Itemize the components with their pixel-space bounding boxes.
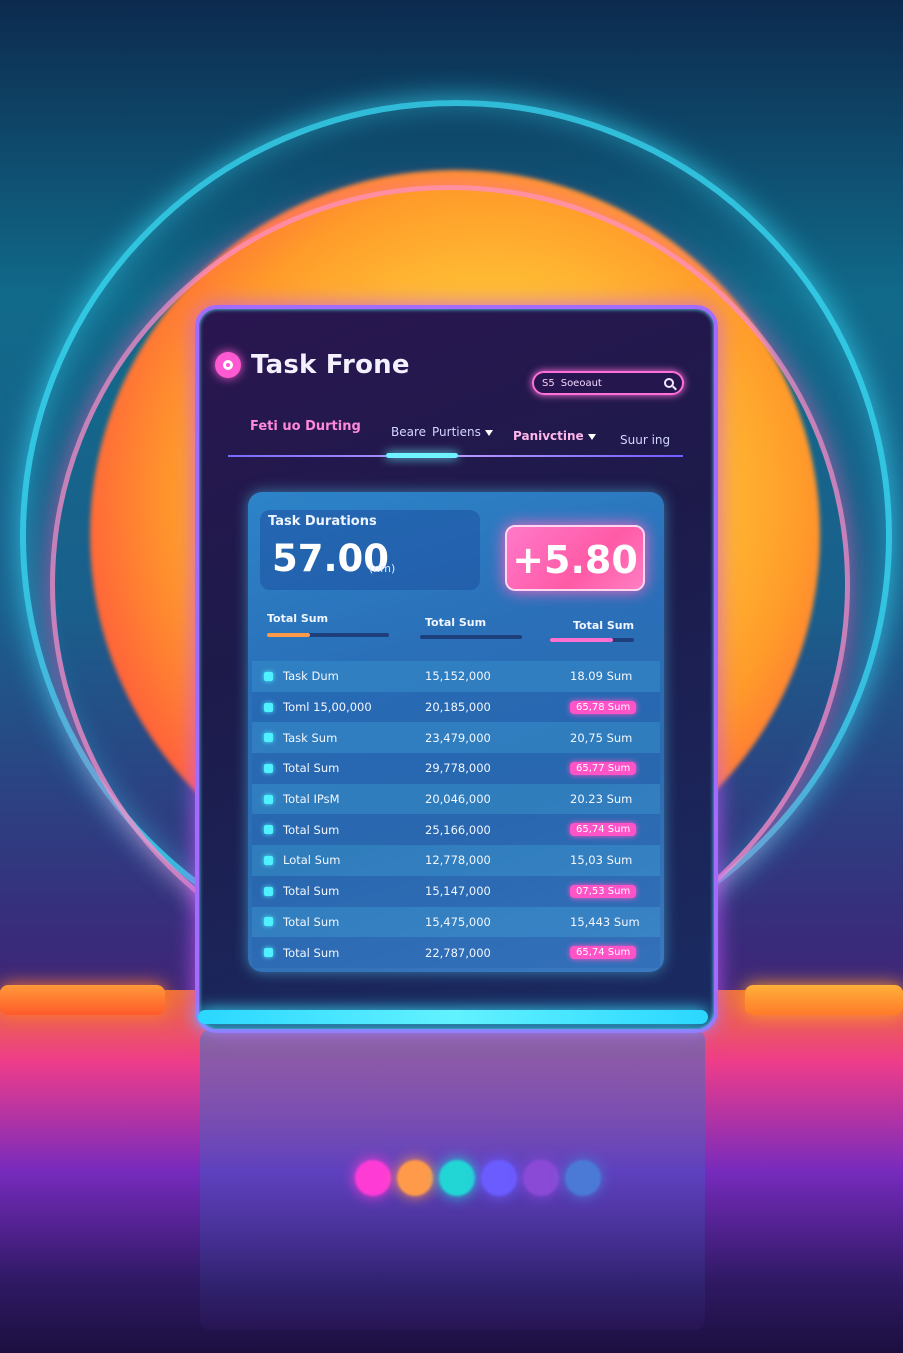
tab-purtiens-label: Purtiens	[432, 425, 481, 439]
column-bar-1	[267, 633, 389, 637]
row-name: Lotal Sum	[283, 853, 341, 868]
reflection-dot	[523, 1160, 559, 1196]
table-row[interactable]: Total Sum 15,475,000 15,443 Sum	[252, 906, 660, 938]
row-sum: 18.09 Sum	[570, 669, 633, 684]
row-name: Total Sum	[283, 914, 340, 929]
tab-panivctine-label: Panivctine	[513, 429, 584, 443]
search-lead-text: S5	[542, 377, 555, 389]
delta-badge: +5.80	[505, 525, 645, 591]
row-icon	[264, 948, 273, 958]
search-input[interactable]	[560, 377, 658, 389]
app-header: Task Frone	[215, 350, 410, 380]
column-bar-fill-1	[267, 633, 310, 637]
row-name: Total Sum	[283, 884, 340, 899]
row-sum: 15,03 Sum	[570, 853, 633, 868]
row-icon	[264, 794, 273, 804]
app-title: Task Frone	[251, 350, 410, 380]
table-row[interactable]: Lotal Sum 12,778,000 15,03 Sum	[252, 845, 660, 876]
row-sum-badge: 65,78 Sum	[570, 700, 637, 714]
reflection-dot	[439, 1160, 475, 1196]
pedestal-left	[0, 985, 165, 1015]
table-row[interactable]: Total Sum 29,778,000 65,77 Sum	[252, 753, 660, 784]
reflection-dot	[565, 1160, 601, 1196]
tab-beare[interactable]: Beare	[391, 425, 426, 439]
column-header-1: Total Sum	[267, 612, 329, 625]
reflection-dot	[481, 1160, 517, 1196]
row-sum-badge: 65,74 Sum	[570, 946, 637, 960]
row-name: Total Sum	[283, 761, 340, 776]
table-row[interactable]: Total Sum 25,166,000 65,74 Sum	[252, 814, 660, 846]
row-value: 15,152,000	[425, 669, 491, 684]
pedestal-right	[745, 985, 903, 1015]
logo-icon	[215, 352, 241, 378]
column-bar-3	[550, 638, 634, 642]
row-value: 22,787,000	[425, 945, 491, 960]
column-header-2: Total Sum	[425, 616, 487, 629]
row-value: 23,479,000	[425, 730, 491, 745]
device-bottom-glow	[198, 1010, 708, 1024]
row-sum: 15,443 Sum	[570, 914, 640, 929]
row-sum: 20.23 Sum	[570, 792, 633, 807]
column-bar-2	[420, 635, 522, 639]
row-sum: 20,75 Sum	[570, 730, 633, 745]
row-name: Total Sum	[283, 945, 340, 960]
row-value: 20,046,000	[425, 792, 491, 807]
row-sum-badge: 65,77 Sum	[570, 761, 637, 775]
reflection-dot	[397, 1160, 433, 1196]
row-sum-badge: 07,53 Sum	[570, 884, 637, 898]
row-name: Total IPsM	[283, 792, 340, 807]
chevron-down-icon	[587, 433, 596, 440]
row-name: Task Dum	[283, 669, 339, 684]
tab-suuring[interactable]: Suur ing	[620, 433, 670, 447]
row-icon	[264, 886, 273, 896]
row-icon	[264, 825, 273, 835]
table-row[interactable]: Task Sum 23,479,000 20,75 Sum	[252, 722, 660, 754]
column-header-3: Total Sum	[573, 619, 635, 632]
reflection-dots	[355, 1160, 601, 1196]
column-bar-fill-3	[550, 638, 613, 642]
row-name: Toml 15,00,000	[283, 700, 372, 715]
row-icon	[264, 763, 273, 773]
table-row[interactable]: Task Dum 15,152,000 18.09 Sum	[252, 661, 660, 692]
tab-feti-uo-durting[interactable]: Feti uo Durting	[250, 419, 361, 434]
tab-panivctine[interactable]: Panivctine	[513, 429, 596, 443]
search-bar[interactable]: S5	[532, 371, 684, 395]
table-row[interactable]: Total Sum 15,147,000 07,53 Sum	[252, 875, 660, 907]
row-value: 29,778,000	[425, 761, 491, 776]
row-icon	[264, 855, 273, 865]
nav-tabs: Feti uo Durting Beare Purtiens Panivctin…	[228, 415, 683, 470]
row-name: Task Sum	[283, 730, 338, 745]
row-value: 12,778,000	[425, 853, 491, 868]
chevron-down-icon	[484, 429, 493, 436]
row-icon	[264, 702, 273, 712]
row-value: 20,185,000	[425, 700, 491, 715]
row-name: Total Sum	[283, 822, 340, 837]
row-icon	[264, 917, 273, 927]
row-icon	[264, 671, 273, 681]
row-value: 25,166,000	[425, 822, 491, 837]
table-row[interactable]: Total Sum 22,787,000 65,74 Sum	[252, 937, 660, 968]
table-row[interactable]: Total IPsM 20,046,000 20.23 Sum	[252, 783, 660, 815]
row-value: 15,475,000	[425, 914, 491, 929]
row-value: 15,147,000	[425, 884, 491, 899]
tab-purtiens[interactable]: Purtiens	[432, 425, 493, 439]
reflection-dot	[355, 1160, 391, 1196]
task-table: Task Dum 15,152,000 18.09 Sum Toml 15,00,00…	[252, 661, 660, 968]
table-row[interactable]: Toml 15,00,000 20,185,000 65,78 Sum	[252, 691, 660, 723]
search-icon[interactable]	[664, 378, 674, 388]
row-sum-badge: 65,74 Sum	[570, 823, 637, 837]
summary-unit: (nm)	[369, 562, 396, 575]
row-icon	[264, 733, 273, 743]
nav-active-indicator	[386, 453, 458, 458]
summary-label: Task Durations	[268, 514, 377, 529]
